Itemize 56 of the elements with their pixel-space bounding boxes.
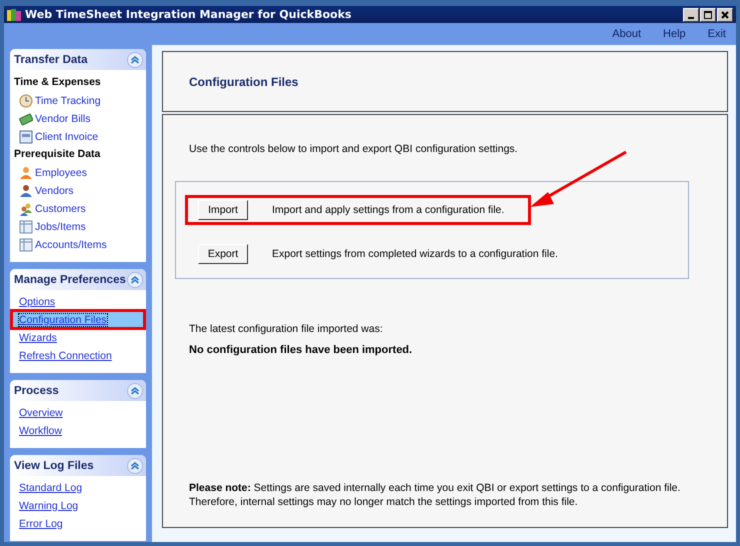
collapse-icon[interactable] — [127, 272, 143, 288]
panel-title: View Log Files — [14, 460, 94, 472]
nav-link[interactable]: Vendor Bills — [35, 112, 90, 124]
nav-link[interactable]: Client Invoice — [35, 130, 98, 142]
action-button[interactable]: Import — [198, 200, 248, 220]
last-import-label: The latest configuration file imported was: — [189, 323, 384, 335]
menu-item[interactable]: About — [612, 28, 642, 40]
maximize-icon — [703, 10, 713, 20]
arrow-icon — [528, 150, 628, 210]
nav-link[interactable]: Workflow — [19, 424, 62, 436]
table-icon — [19, 238, 33, 252]
nav-link[interactable]: Wizards — [19, 332, 57, 344]
maximize-button[interactable] — [700, 8, 716, 22]
nav-link[interactable]: Customers — [35, 202, 86, 214]
nav-link[interactable]: Jobs/Items — [35, 220, 86, 232]
collapse-icon[interactable] — [127, 458, 143, 474]
menu-item[interactable]: Exit — [708, 28, 726, 40]
collapse-icon[interactable] — [127, 382, 143, 398]
action-button[interactable]: Export — [198, 244, 248, 264]
person-icon — [19, 184, 33, 198]
nav-link[interactable]: Time Tracking — [35, 94, 101, 106]
collapse-icon[interactable] — [127, 52, 143, 68]
menu-item[interactable]: Help — [663, 28, 686, 40]
close-icon — [720, 10, 730, 20]
intro-text: Use the controls below to import and export QBI configuration settings. — [189, 143, 519, 155]
nav-link[interactable]: Standard Log — [19, 482, 82, 494]
nav-link[interactable]: Error Log — [19, 518, 63, 530]
nav-link[interactable]: Accounts/Items — [35, 238, 107, 250]
nav-link[interactable]: Overview — [19, 406, 63, 418]
nav-link[interactable]: Vendors — [35, 184, 74, 196]
group-heading: Prerequisite Data — [14, 148, 102, 160]
panel-title: Process — [14, 384, 59, 396]
money-icon — [19, 112, 33, 126]
app-icon — [7, 8, 21, 20]
invoice-icon — [19, 130, 33, 144]
group-heading: Time & Expenses — [14, 76, 102, 88]
nav-link[interactable]: Refresh Connection — [19, 350, 112, 362]
panel-title: Manage Preferences — [14, 274, 126, 286]
table-icon — [19, 220, 33, 234]
people-icon — [19, 202, 33, 216]
minimize-icon — [688, 16, 694, 18]
nav-link[interactable]: Configuration Files — [19, 314, 107, 326]
panel-title: Transfer Data — [14, 54, 88, 66]
clock-icon — [19, 94, 33, 108]
action-description: Import and apply settings from a configuration file. — [272, 204, 506, 216]
close-button[interactable] — [717, 8, 733, 22]
nav-link[interactable]: Options — [19, 296, 56, 308]
action-description: Export settings from completed wizards to a configuration file. — [272, 248, 558, 260]
nav-link[interactable]: Employees — [35, 166, 87, 178]
last-import-value: No configuration files have been imported. — [189, 344, 414, 356]
minimize-button[interactable] — [683, 8, 699, 22]
page-title: Configuration Files — [189, 74, 298, 88]
note-text: Please note: Settings are saved internally each time you exit QBI or export settings to a configuration file. Therefore, internal settings may no longer match the settings imported from this file. — [189, 481, 682, 509]
nav-link[interactable]: Warning Log — [19, 500, 78, 512]
person-icon — [19, 166, 33, 180]
window-title: Web TimeSheet Integration Manager for QuickBooks — [25, 8, 352, 21]
